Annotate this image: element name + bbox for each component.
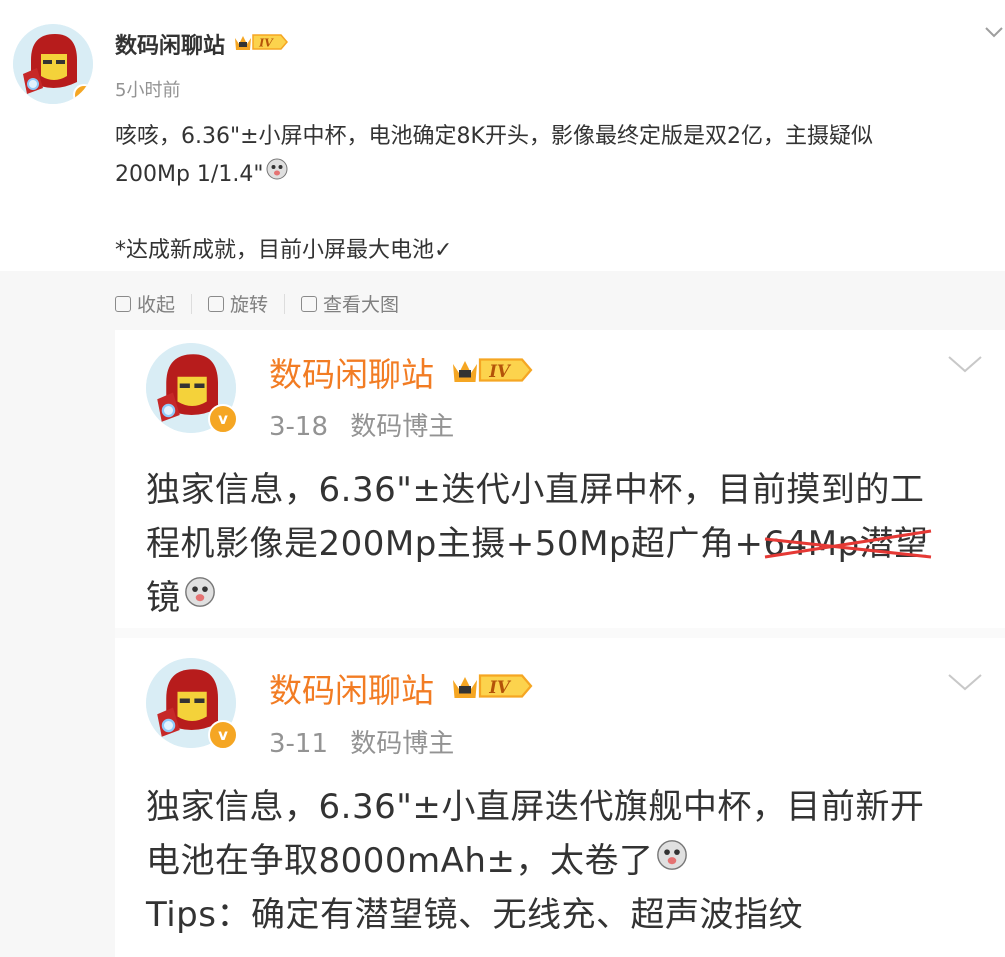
expand-chevron-icon[interactable] [984, 24, 1004, 43]
struck-text: 64Mp潜望 [763, 517, 932, 571]
view-large-icon [301, 295, 318, 312]
card2-chevron-icon [947, 672, 983, 696]
rotate-icon [208, 295, 225, 312]
main-text-line2-wrap: 200Mp 1/1.4" [115, 156, 995, 194]
card2-line2: 电池在争取8000mAh±，太卷了 [146, 841, 654, 881]
image-actions-bar: 收起 旋转 查看大图 [115, 290, 399, 317]
card1-chevron-icon [947, 354, 983, 378]
card1-verified-badge: v [208, 404, 238, 434]
card2-line3: Tips：确定有潜望镜、无线充、超声波指纹 [146, 895, 803, 935]
main-post-text: 咳咳，6.36"±小屏中杯，电池确定8K开头，影像最终定版是双2亿，主摄疑似 2… [115, 118, 995, 270]
red-cross-mark [765, 529, 932, 559]
card2-author-name: 数码闲聊站 [269, 671, 434, 710]
embedded-screenshot-image[interactable]: v 数码闲聊站 IV 3-18 数码博主 独家信息，6.36"±迭代小直屏中杯，… [115, 330, 1005, 957]
card1-line2: 程机影像是200Mp主摄+50Mp超广角+64Mp潜望 [146, 517, 996, 571]
card2-role: 数码博主 [350, 729, 455, 759]
husky-emoji-icon [265, 156, 289, 194]
card1-author-row: 数码闲聊站 IV [269, 348, 538, 396]
level-text: IV [488, 678, 512, 697]
card-divider [115, 628, 1005, 638]
card2-line2-wrap: 电池在争取8000mAh±，太卷了 [146, 834, 996, 888]
card1-line3: 镜 [146, 578, 181, 618]
card1-line2-text: 程机影像是200Mp主摄+50Mp超广角+ [146, 524, 764, 564]
view-large-label: 查看大图 [323, 294, 400, 316]
rotate-label: 旋转 [230, 294, 269, 316]
main-text-line3: *达成新成就，目前小屏最大电池✓ [115, 238, 453, 263]
action-separator [284, 293, 286, 314]
level-crown-badge: IV [446, 352, 538, 392]
level-text: IV [488, 362, 512, 381]
card1-role: 数码博主 [350, 412, 455, 442]
level-text: IV [258, 37, 274, 50]
card2-meta: 3-11 数码博主 [269, 723, 454, 760]
card2-verified-badge: v [208, 720, 238, 750]
rotate-action[interactable]: 旋转 [208, 290, 268, 317]
card2-line1: 独家信息，6.36"±小直屏迭代旗舰中杯，目前新开 [146, 787, 925, 827]
view-large-action[interactable]: 查看大图 [301, 290, 399, 317]
card1-author-name: 数码闲聊站 [269, 355, 434, 394]
main-avatar[interactable]: v [13, 24, 93, 104]
verified-badge: v [73, 84, 93, 104]
collapse-icon [115, 295, 131, 312]
action-separator [191, 293, 193, 314]
collapse-label: 收起 [137, 294, 176, 316]
card1-line3-wrap: 镜 [146, 571, 996, 625]
card2-date: 3-11 [269, 729, 329, 759]
card1-meta: 3-18 数码博主 [269, 406, 454, 443]
card2-author-row: 数码闲聊站 IV [269, 664, 538, 712]
main-author-row: 数码闲聊站 IV [115, 28, 289, 60]
card2-text: 独家信息，6.36"±小直屏迭代旗舰中杯，目前新开 电池在争取8000mAh±，… [146, 780, 996, 942]
card1-line1: 独家信息，6.36"±迭代小直屏中杯，目前摸到的工 [146, 470, 925, 510]
husky-emoji-icon [655, 834, 689, 888]
card1-date: 3-18 [269, 412, 329, 442]
main-text-line2: 200Mp 1/1.4" [115, 162, 264, 187]
level-crown-badge: IV [233, 30, 289, 58]
level-crown-badge: IV [446, 668, 538, 708]
main-post-time[interactable]: 5小时前 [115, 76, 180, 102]
card1-text: 独家信息，6.36"±迭代小直屏中杯，目前摸到的工 程机影像是200Mp主摄+5… [146, 463, 996, 625]
collapse-action[interactable]: 收起 [115, 290, 175, 317]
main-author-name[interactable]: 数码闲聊站 [115, 28, 225, 60]
main-text-line1: 咳咳，6.36"±小屏中杯，电池确定8K开头，影像最终定版是双2亿，主摄疑似 [115, 124, 873, 149]
husky-emoji-icon [183, 571, 217, 625]
